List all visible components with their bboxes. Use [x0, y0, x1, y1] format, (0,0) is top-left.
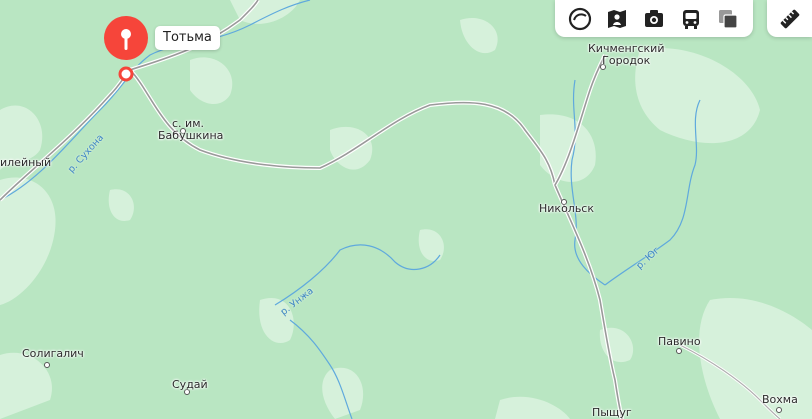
place-label-pyshchug[interactable]: Пыщуг: [592, 407, 632, 419]
place-dot-pavino: [676, 348, 682, 354]
place-label-babushkina[interactable]: с. им. Бабушкина: [158, 118, 223, 142]
place-label-babushkina-line2: Бабушкина: [158, 129, 224, 142]
place-label-soligalich[interactable]: Солигалич: [22, 348, 84, 360]
place-label-kichmengsky-line2: Городок: [602, 54, 651, 67]
selected-place-label[interactable]: Тотьма: [155, 26, 220, 50]
place-label-sudai[interactable]: Судай: [172, 379, 208, 391]
transport-icon[interactable]: [678, 6, 704, 32]
ruler-button[interactable]: [767, 0, 812, 37]
map-layers-icon[interactable]: [715, 6, 741, 32]
map-toolbar: [555, 0, 753, 37]
place-dot-soligalich: [44, 362, 50, 368]
place-label-kichmengsky[interactable]: Кичменгский Городок: [588, 43, 664, 67]
place-dot-vokhma: [776, 407, 782, 413]
place-label-pavino[interactable]: Павино: [658, 336, 701, 348]
ruler-icon: [780, 9, 799, 28]
place-label-vokhma[interactable]: Вохма: [762, 394, 798, 406]
photo-icon[interactable]: [641, 6, 667, 32]
panorama-icon[interactable]: [604, 6, 630, 32]
place-label-ileyny[interactable]: илейный: [0, 157, 51, 169]
layers-icon[interactable]: [567, 6, 593, 32]
location-pin-icon[interactable]: [102, 14, 150, 86]
place-label-nikolsk[interactable]: Никольск: [539, 203, 594, 215]
